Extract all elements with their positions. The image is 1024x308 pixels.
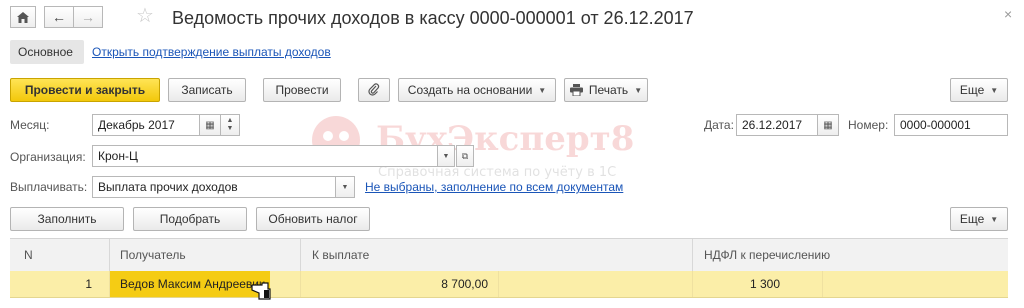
home-button[interactable] — [10, 6, 36, 28]
chevron-down-icon: ▼ — [634, 85, 643, 95]
calendar-button[interactable]: ▦ — [199, 114, 221, 136]
month-label: Месяц: — [10, 118, 50, 132]
column-divider — [692, 239, 693, 271]
cell-tax: 1 300 — [749, 277, 780, 291]
post-button[interactable]: Провести — [263, 78, 341, 102]
pay-type-dropdown-button[interactable]: ▼ — [335, 176, 355, 198]
column-divider — [498, 271, 499, 297]
arrow-right-icon: → — [81, 9, 95, 25]
month-field[interactable]: Декабрь 2017 — [92, 114, 200, 136]
print-button[interactable]: Печать ▼ — [564, 78, 648, 102]
post-and-close-label: Провести и закрыть — [24, 83, 146, 97]
back-button[interactable]: ← — [44, 6, 74, 28]
cell-amount: 8 700,00 — [441, 277, 488, 291]
paperclip-icon — [368, 83, 380, 96]
column-header-recipient[interactable]: Получатель — [120, 239, 186, 271]
chevron-up-icon: ▲ — [226, 117, 234, 124]
organization-dropdown-button[interactable]: ▼ — [437, 145, 455, 167]
forward-button[interactable]: → — [73, 6, 103, 28]
pick-button[interactable]: Подобрать — [133, 207, 247, 231]
update-tax-label: Обновить налог — [268, 212, 358, 226]
column-divider — [822, 271, 823, 297]
arrow-left-icon: ← — [52, 9, 66, 25]
cell-recipient: Ведов Максим Андреевич — [120, 277, 266, 291]
pay-type-label: Выплачивать: — [10, 180, 88, 194]
printer-icon — [569, 84, 583, 96]
organization-open-button[interactable]: ⧉ — [456, 145, 474, 167]
table-more-button[interactable]: Еще ▼ — [950, 207, 1008, 231]
save-label: Записать — [181, 83, 233, 97]
close-icon[interactable]: × — [1004, 6, 1012, 22]
calendar-icon: ▦ — [205, 119, 215, 131]
number-field[interactable]: 0000-000001 — [894, 114, 1008, 136]
date-calendar-button[interactable]: ▦ — [817, 114, 839, 136]
home-icon — [17, 11, 29, 23]
open-payment-confirmation-link[interactable]: Открыть подтверждение выплаты доходов — [92, 45, 331, 59]
calendar-icon: ▦ — [823, 119, 833, 131]
more-button[interactable]: Еще ▼ — [950, 78, 1008, 102]
update-tax-button[interactable]: Обновить налог — [256, 207, 370, 231]
date-field[interactable]: 26.12.2017 — [736, 114, 818, 136]
create-based-on-button[interactable]: Создать на основании ▼ — [398, 78, 556, 102]
chevron-down-icon: ▼ — [442, 152, 450, 160]
table-row[interactable]: 1 Ведов Максим Андреевич 8 700,00 1 300 — [10, 271, 1008, 298]
documents-filter-link[interactable]: Не выбраны, заполнение по всем документа… — [365, 180, 623, 194]
chevron-down-icon: ▼ — [538, 85, 547, 95]
table-more-label: Еще — [959, 212, 985, 226]
fill-label: Заполнить — [37, 212, 97, 226]
chevron-down-icon: ▼ — [341, 183, 349, 191]
table-header: N Получатель К выплате НДФЛ к перечислен… — [10, 238, 1008, 272]
chevron-down-icon: ▼ — [990, 214, 999, 224]
page-title: Ведомость прочих доходов в кассу 0000-00… — [172, 8, 694, 28]
pay-type-field[interactable]: Выплата прочих доходов — [92, 176, 336, 198]
organization-label: Организация: — [10, 150, 86, 164]
chevron-down-icon: ▼ — [226, 125, 234, 132]
date-label: Дата: — [704, 118, 734, 132]
create-based-on-label: Создать на основании — [407, 83, 533, 97]
post-label: Провести — [275, 83, 329, 97]
favorite-star-icon[interactable]: ☆ — [136, 4, 154, 28]
pick-label: Подобрать — [159, 212, 221, 226]
cell-n: 1 — [85, 277, 92, 291]
more-label: Еще — [959, 83, 985, 97]
column-divider — [109, 239, 110, 271]
organization-field[interactable]: Крон-Ц — [92, 145, 438, 167]
fill-button[interactable]: Заполнить — [10, 207, 124, 231]
chevron-down-icon: ▼ — [990, 85, 999, 95]
watermark-tagline: Справочная система по учёту в 1С — [378, 165, 616, 180]
number-label: Номер: — [848, 118, 889, 132]
print-label: Печать — [588, 83, 629, 97]
save-button[interactable]: Записать — [168, 78, 246, 102]
post-and-close-button[interactable]: Провести и закрыть — [10, 78, 160, 102]
column-divider — [300, 239, 301, 271]
attach-button[interactable] — [358, 78, 390, 102]
column-header-n[interactable]: N — [24, 239, 33, 271]
tab-main-label: Основное — [18, 45, 73, 59]
column-header-tax[interactable]: НДФЛ к перечислению — [704, 239, 830, 271]
month-stepper[interactable]: ▲ ▼ — [220, 114, 240, 136]
open-window-icon: ⧉ — [461, 150, 469, 161]
hand-cursor-icon — [251, 282, 271, 300]
column-header-amount[interactable]: К выплате — [312, 239, 369, 271]
